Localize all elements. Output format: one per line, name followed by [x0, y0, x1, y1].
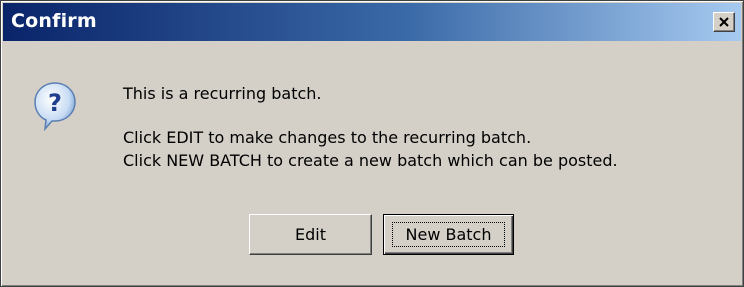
new-batch-button-label: New Batch — [405, 225, 492, 244]
close-button[interactable] — [713, 12, 735, 32]
title-bar[interactable]: Confirm — [3, 3, 741, 41]
close-icon — [719, 17, 729, 27]
message-line-1: This is a recurring batch. — [123, 84, 322, 103]
new-batch-button[interactable]: New Batch — [383, 214, 514, 255]
message-line-2: Click EDIT to make changes to the recurr… — [123, 128, 532, 147]
edit-button[interactable]: Edit — [249, 214, 372, 255]
message-line-3: Click NEW BATCH to create a new batch wh… — [123, 151, 618, 170]
confirm-dialog: Confirm ? This is a recurring batch. Cli… — [0, 0, 744, 287]
window-title: Confirm — [11, 10, 97, 32]
edit-button-label: Edit — [295, 225, 326, 244]
question-glyph: ? — [48, 89, 62, 117]
question-icon: ? — [34, 82, 76, 131]
